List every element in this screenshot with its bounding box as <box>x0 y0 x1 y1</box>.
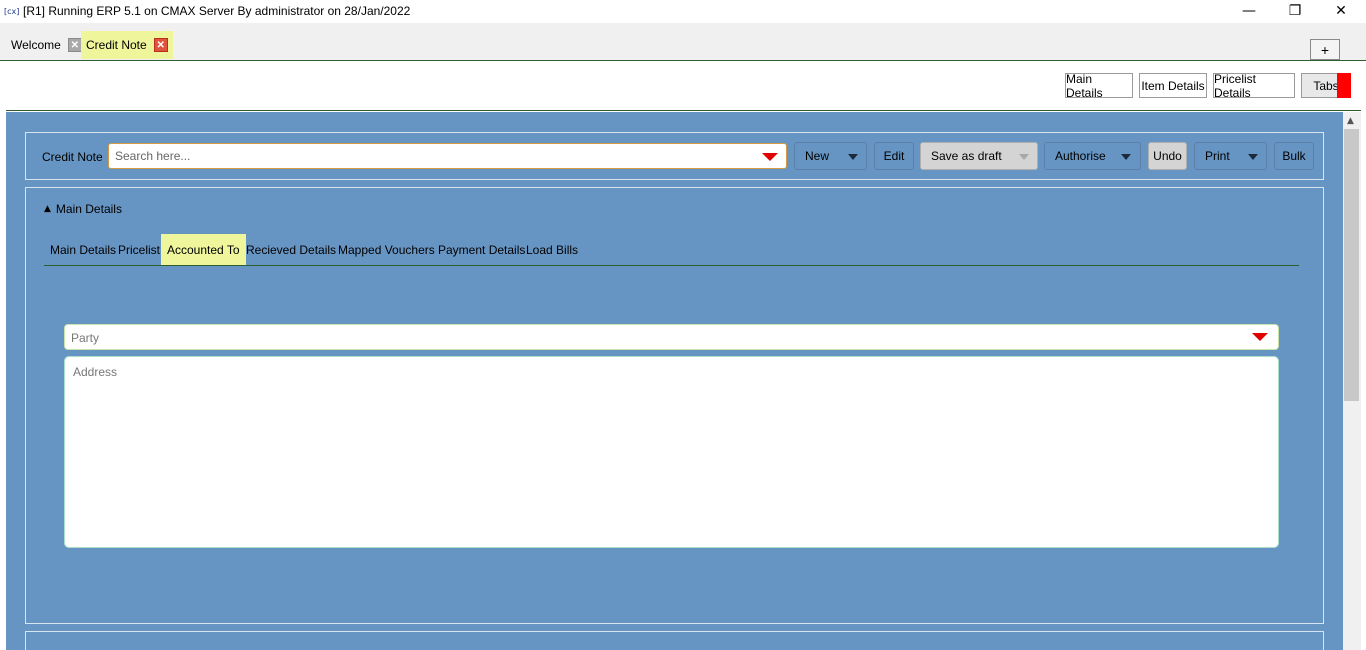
section-toggle-main-details[interactable]: ▲ Main Details <box>44 202 122 216</box>
search-box[interactable] <box>108 143 787 169</box>
tab-label: Credit Note <box>86 38 147 52</box>
maximize-button[interactable]: ❐ <box>1272 0 1318 22</box>
document-tab-strip: Welcome ✕ Credit Note ✕ + <box>0 23 1366 61</box>
edit-label: Edit <box>883 149 905 163</box>
print-button[interactable]: Print <box>1194 142 1267 170</box>
chevron-down-icon[interactable] <box>1248 154 1258 160</box>
next-panel <box>25 631 1324 650</box>
scroll-up-icon[interactable]: ▲ <box>1347 116 1354 126</box>
authorise-label: Authorise <box>1055 149 1106 163</box>
subtab-recieved-details[interactable]: Recieved Details <box>240 234 342 265</box>
bulk-button[interactable]: Bulk <box>1274 142 1314 170</box>
new-label: New <box>805 149 830 163</box>
address-input[interactable] <box>73 365 1268 537</box>
add-tab-button[interactable]: + <box>1310 39 1340 60</box>
close-tab-icon[interactable]: ✕ <box>153 38 168 52</box>
collapse-caret-icon: ▲ <box>44 204 51 214</box>
search-input[interactable] <box>115 148 715 164</box>
subtab-mapped-vouchers[interactable]: Mapped Vouchers <box>332 234 441 265</box>
title-bar: [cx] [R1] Running ERP 5.1 on CMAX Server… <box>0 0 1366 23</box>
close-tab-icon[interactable]: ✕ <box>67 38 82 52</box>
chevron-down-icon[interactable] <box>848 154 858 160</box>
edit-button[interactable]: Edit <box>874 142 914 170</box>
save-as-draft-button[interactable]: Save as draft <box>920 142 1038 170</box>
section-jump-bar: Main Details Item Details Pricelist Deta… <box>6 62 1361 111</box>
pricelist-details-button[interactable]: Pricelist Details <box>1213 72 1295 100</box>
print-label: Print <box>1205 149 1230 163</box>
vertical-scrollbar[interactable]: ▲ <box>1343 112 1361 650</box>
authorise-button[interactable]: Authorise <box>1044 142 1141 170</box>
party-field[interactable] <box>64 324 1279 350</box>
close-window-button[interactable]: ✕ <box>1318 0 1364 22</box>
subtab-bar: Main Details Pricelist Accounted To Reci… <box>44 234 1299 266</box>
section-title: Main Details <box>55 202 122 216</box>
workspace: Credit Note New Edit Save as draft Autho… <box>6 112 1343 650</box>
tab-credit-note[interactable]: Credit Note ✕ <box>81 31 173 59</box>
subtab-pricelist[interactable]: Pricelist <box>112 234 166 265</box>
subtab-main-details[interactable]: Main Details <box>44 234 122 265</box>
tab-label: Welcome <box>11 38 61 52</box>
bulk-label: Bulk <box>1282 149 1306 163</box>
subtab-payment-details[interactable]: Payment Details <box>432 234 531 265</box>
chevron-down-icon[interactable] <box>1019 154 1029 160</box>
subtab-accounted-to[interactable]: Accounted To <box>161 234 246 265</box>
app-icon: [cx] <box>4 7 20 16</box>
undo-button[interactable]: Undo <box>1148 142 1187 170</box>
party-input[interactable] <box>71 330 1171 346</box>
red-marker <box>1337 73 1351 98</box>
dropdown-arrow-icon[interactable] <box>1252 333 1268 341</box>
item-details-button[interactable]: Item Details <box>1139 73 1207 98</box>
dropdown-arrow-icon[interactable] <box>762 153 778 161</box>
undo-label: Undo <box>1153 149 1182 163</box>
save-as-draft-label: Save as draft <box>931 149 1002 163</box>
minimize-button[interactable]: — <box>1226 0 1272 22</box>
scrollbar-thumb[interactable] <box>1344 129 1359 401</box>
chevron-down-icon[interactable] <box>1121 154 1131 160</box>
main-details-button[interactable]: Main Details <box>1065 72 1133 100</box>
document-type-label: Credit Note <box>42 150 103 164</box>
new-button[interactable]: New <box>794 142 867 170</box>
window-title: [R1] Running ERP 5.1 on CMAX Server By a… <box>23 4 411 18</box>
subtab-load-bills[interactable]: Load Bills <box>520 234 584 265</box>
tab-welcome[interactable]: Welcome ✕ <box>6 31 87 59</box>
address-field[interactable] <box>64 356 1279 548</box>
